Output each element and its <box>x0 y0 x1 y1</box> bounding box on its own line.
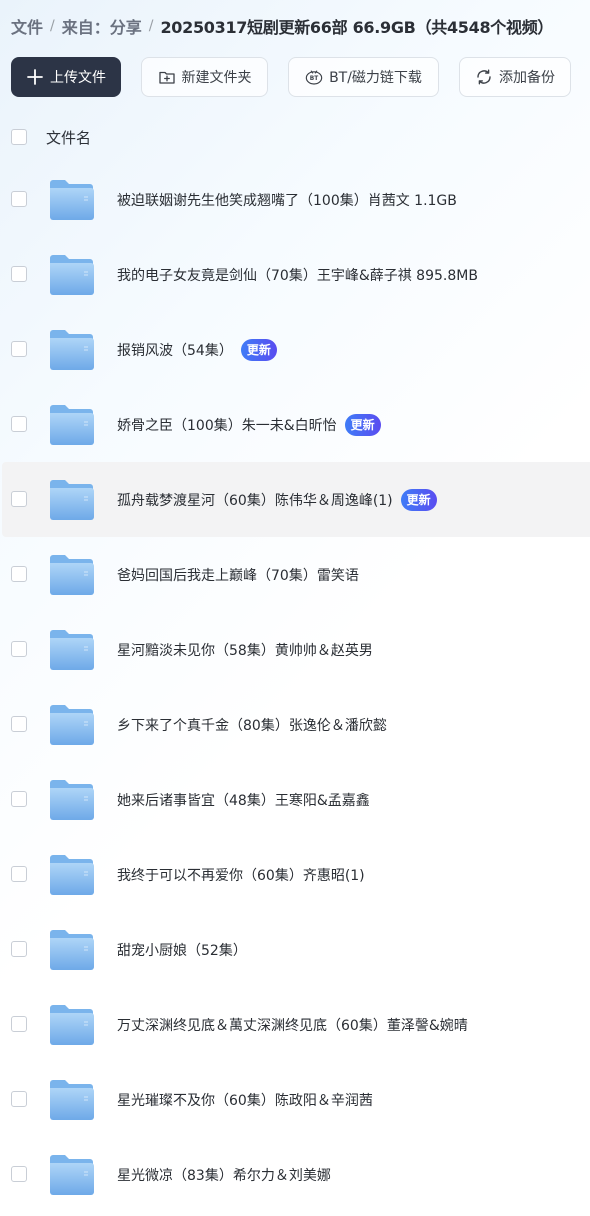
file-name: 报销风波（54集） 更新 <box>117 312 277 387</box>
list-item[interactable]: 被迫联姻谢先生他笑成翘嘴了（100集）肖茜文 1.1GB <box>0 162 590 237</box>
folder-icon <box>49 404 95 446</box>
add-backup-button[interactable]: 添加备份 <box>459 57 571 97</box>
folder-icon <box>49 929 95 971</box>
file-name: 星光璀璨不及你（60集）陈政阳＆辛润茜 <box>117 1062 373 1137</box>
row-checkbox[interactable] <box>11 416 27 432</box>
list-item[interactable]: 孤舟载梦渡星河（60集）陈伟华＆周逸峰(1) 更新 <box>2 462 590 537</box>
file-name-text: 星光璀璨不及你（60集）陈政阳＆辛润茜 <box>117 1092 373 1109</box>
list-item[interactable]: 我的电子女友竟是剑仙（70集）王宇峰&薛子祺 895.8MB <box>0 237 590 312</box>
folder-icon <box>49 554 95 596</box>
column-header-filename[interactable]: 文件名 <box>46 127 91 148</box>
upload-button[interactable]: 上传文件 <box>11 57 121 97</box>
row-checkbox[interactable] <box>11 641 27 657</box>
file-name: 星河黯淡未见你（58集）黄帅帅＆赵英男 <box>117 612 373 687</box>
file-name-text: 万丈深渊终见底＆萬丈深渊终见底（60集）董泽謦&婉晴 <box>117 1017 468 1034</box>
list-item[interactable]: 甜宠小厨娘（52集） <box>0 912 590 987</box>
file-name-text: 乡下来了个真千金（80集）张逸伦＆潘欣懿 <box>117 717 387 734</box>
folder-icon <box>49 704 95 746</box>
file-manager-page: 文件 / 来自：分享 / 20250317短剧更新66部 66.9GB（共454… <box>0 0 590 1216</box>
file-name-text: 娇骨之臣（100集）朱一未&白昕怡 <box>117 417 337 434</box>
file-name-text: 孤舟载梦渡星河（60集）陈伟华＆周逸峰(1) <box>117 492 393 509</box>
sync-icon <box>475 68 493 86</box>
file-name: 娇骨之臣（100集）朱一未&白昕怡 更新 <box>117 387 381 462</box>
list-header: 文件名 <box>11 125 581 149</box>
row-checkbox[interactable] <box>11 791 27 807</box>
folder-icon <box>49 1154 95 1196</box>
file-name-text: 我终于可以不再爱你（60集）齐惠昭(1) <box>117 867 365 884</box>
bt-icon: BT <box>305 68 323 86</box>
file-name: 万丈深渊终见底＆萬丈深渊终见底（60集）董泽謦&婉晴 <box>117 987 468 1062</box>
row-checkbox[interactable] <box>11 716 27 732</box>
file-name-text: 我的电子女友竟是剑仙（70集）王宇峰&薛子祺 895.8MB <box>117 267 478 284</box>
breadcrumb-files[interactable]: 文件 <box>11 14 43 38</box>
upload-button-label: 上传文件 <box>50 70 106 86</box>
row-checkbox[interactable] <box>11 866 27 882</box>
folder-plus-icon <box>158 68 176 86</box>
file-name: 甜宠小厨娘（52集） <box>117 912 247 987</box>
list-item[interactable]: 星光微凉（83集）希尔力＆刘美娜 <box>0 1137 590 1212</box>
file-name: 我的电子女友竟是剑仙（70集）王宇峰&薛子祺 895.8MB <box>117 237 478 312</box>
list-item[interactable]: 星光璀璨不及你（60集）陈政阳＆辛润茜 <box>0 1062 590 1137</box>
folder-icon <box>49 329 95 371</box>
toolbar: 上传文件 新建文件夹 BT BT/磁力链下载 添加备份 <box>11 57 581 97</box>
add-backup-button-label: 添加备份 <box>499 70 555 86</box>
plus-icon <box>26 68 44 86</box>
file-name: 孤舟载梦渡星河（60集）陈伟华＆周逸峰(1) 更新 <box>117 462 437 537</box>
folder-icon <box>49 779 95 821</box>
folder-icon <box>49 629 95 671</box>
file-name-text: 报销风波（54集） <box>117 342 233 359</box>
row-checkbox[interactable] <box>11 266 27 282</box>
file-name: 我终于可以不再爱你（60集）齐惠昭(1) <box>117 837 365 912</box>
row-checkbox[interactable] <box>11 1016 27 1032</box>
row-checkbox[interactable] <box>11 491 27 507</box>
bt-download-button-label: BT/磁力链下载 <box>329 70 422 86</box>
folder-icon <box>49 854 95 896</box>
row-checkbox[interactable] <box>11 1166 27 1182</box>
breadcrumb-current-folder: 20250317短剧更新66部 66.9GB（共4548个视频） <box>160 18 554 37</box>
update-badge: 更新 <box>400 488 437 511</box>
row-checkbox[interactable] <box>11 341 27 357</box>
file-name: 星光微凉（83集）希尔力＆刘美娜 <box>117 1137 331 1212</box>
file-name: 爸妈回国后我走上巅峰（70集）雷笑语 <box>117 537 359 612</box>
svg-text:BT: BT <box>310 76 318 82</box>
file-name: 被迫联姻谢先生他笑成翘嘴了（100集）肖茜文 1.1GB <box>117 162 457 237</box>
file-name-text: 被迫联姻谢先生他笑成翘嘴了（100集）肖茜文 1.1GB <box>117 192 457 209</box>
folder-icon <box>49 1079 95 1121</box>
list-item[interactable]: 爸妈回国后我走上巅峰（70集）雷笑语 <box>0 537 590 612</box>
file-name: 她来后诸事皆宜（48集）王寒阳&孟嘉鑫 <box>117 762 370 837</box>
list-item[interactable]: 万丈深渊终见底＆萬丈深渊终见底（60集）董泽謦&婉晴 <box>0 987 590 1062</box>
breadcrumb-separator: / <box>148 18 154 34</box>
list-item[interactable]: 报销风波（54集） 更新 <box>0 312 590 387</box>
breadcrumb-shared[interactable]: 来自：分享 <box>62 14 142 38</box>
list-item[interactable]: 星河黯淡未见你（58集）黄帅帅＆赵英男 <box>0 612 590 687</box>
row-checkbox[interactable] <box>11 1091 27 1107</box>
file-name-text: 爸妈回国后我走上巅峰（70集）雷笑语 <box>117 567 359 584</box>
update-badge: 更新 <box>240 338 277 361</box>
list-item[interactable]: 她来后诸事皆宜（48集）王寒阳&孟嘉鑫 <box>0 762 590 837</box>
new-folder-button-label: 新建文件夹 <box>181 70 252 86</box>
file-name-text: 星光微凉（83集）希尔力＆刘美娜 <box>117 1167 331 1184</box>
folder-icon <box>49 179 95 221</box>
file-name: 乡下来了个真千金（80集）张逸伦＆潘欣懿 <box>117 687 387 762</box>
breadcrumb: 文件 / 来自：分享 / 20250317短剧更新66部 66.9GB（共454… <box>11 12 590 40</box>
update-badge: 更新 <box>344 413 381 436</box>
new-folder-button[interactable]: 新建文件夹 <box>141 57 268 97</box>
list-item[interactable]: 乡下来了个真千金（80集）张逸伦＆潘欣懿 <box>0 687 590 762</box>
row-checkbox[interactable] <box>11 191 27 207</box>
row-checkbox[interactable] <box>11 566 27 582</box>
file-name-text: 甜宠小厨娘（52集） <box>117 942 247 959</box>
file-name-text: 星河黯淡未见你（58集）黄帅帅＆赵英男 <box>117 642 373 659</box>
folder-icon <box>49 479 95 521</box>
folder-icon <box>49 1004 95 1046</box>
select-all-checkbox[interactable] <box>11 129 27 145</box>
file-name-text: 她来后诸事皆宜（48集）王寒阳&孟嘉鑫 <box>117 792 370 809</box>
row-checkbox[interactable] <box>11 941 27 957</box>
folder-icon <box>49 254 95 296</box>
breadcrumb-separator: / <box>50 18 55 34</box>
list-item[interactable]: 娇骨之臣（100集）朱一未&白昕怡 更新 <box>0 387 590 462</box>
bt-download-button[interactable]: BT BT/磁力链下载 <box>288 57 439 97</box>
list-item[interactable]: 我终于可以不再爱你（60集）齐惠昭(1) <box>0 837 590 912</box>
file-list: 被迫联姻谢先生他笑成翘嘴了（100集）肖茜文 1.1GB 我的电子女友竟是剑仙（… <box>0 162 590 1212</box>
